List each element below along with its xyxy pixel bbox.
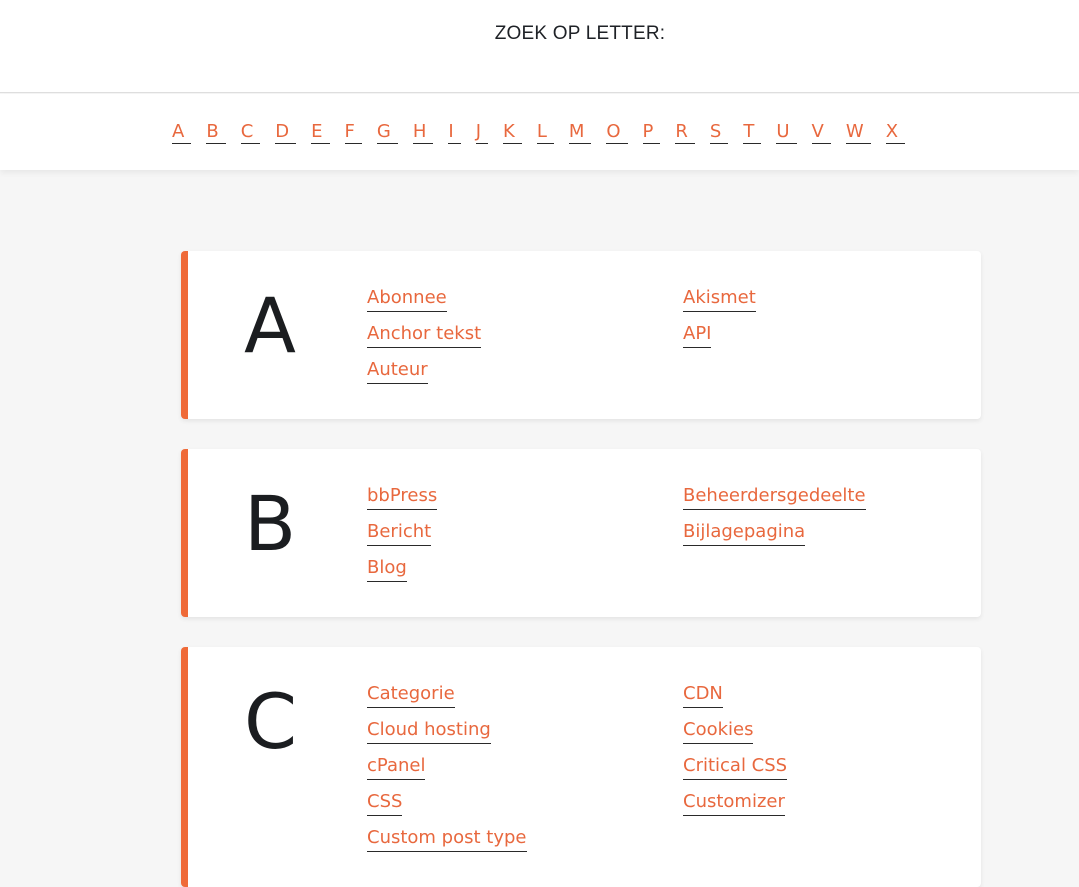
glossary-section-c: C Categorie Cloud hosting cPanel CSS Cus…: [181, 647, 981, 887]
letter-link-t[interactable]: T: [743, 121, 762, 144]
term-link[interactable]: Blog: [367, 557, 407, 582]
term-link[interactable]: Bericht: [367, 521, 432, 546]
page-header: ZOEK OP LETTER:: [0, 0, 1079, 93]
term-link[interactable]: CDN: [683, 683, 723, 708]
term-link[interactable]: API: [683, 323, 712, 348]
letter-link-p[interactable]: P: [642, 121, 661, 144]
section-letter: B: [244, 479, 297, 568]
term-link[interactable]: cPanel: [367, 755, 426, 780]
letter-link-o[interactable]: O: [606, 121, 628, 144]
term-link[interactable]: Anchor tekst: [367, 323, 482, 348]
letter-link-r[interactable]: R: [675, 121, 695, 144]
section-letter: C: [244, 677, 298, 766]
term-link[interactable]: Beheerdersgedeelte: [683, 485, 866, 510]
term-link[interactable]: Auteur: [367, 359, 428, 384]
letter-link-v[interactable]: V: [811, 121, 831, 144]
letter-link-i[interactable]: I: [448, 121, 461, 144]
term-column-left: Categorie Cloud hosting cPanel CSS Custo…: [367, 683, 527, 863]
page-title: ZOEK OP LETTER:: [494, 23, 666, 44]
letter-link-s[interactable]: S: [709, 121, 729, 144]
letter-link-e[interactable]: E: [311, 121, 330, 144]
letter-list: A B C D E F G H I J K L M O P R S T U V …: [172, 121, 920, 144]
letter-navigation: A B C D E F G H I J K L M O P R S T U V …: [0, 94, 1079, 170]
term-column-right: Beheerdersgedeelte Bijlagepagina: [683, 485, 866, 557]
term-column-right: Akismet API: [683, 287, 756, 359]
letter-link-d[interactable]: D: [275, 121, 297, 144]
letter-link-k[interactable]: K: [503, 121, 522, 144]
term-link[interactable]: Cloud hosting: [367, 719, 491, 744]
section-letter: A: [244, 281, 296, 370]
term-link[interactable]: CSS: [367, 791, 403, 816]
term-column-left: bbPress Bericht Blog: [367, 485, 438, 593]
letter-link-m[interactable]: M: [568, 121, 592, 144]
letter-link-w[interactable]: W: [845, 121, 871, 144]
letter-link-u[interactable]: U: [776, 121, 797, 144]
letter-link-g[interactable]: G: [376, 121, 398, 144]
term-link[interactable]: Bijlagepagina: [683, 521, 806, 546]
letter-link-c[interactable]: C: [240, 121, 261, 144]
glossary-section-b: B bbPress Bericht Blog Beheerdersgedeelt…: [181, 449, 981, 617]
letter-link-l[interactable]: L: [536, 121, 554, 144]
term-link[interactable]: Abonnee: [367, 287, 447, 312]
term-link[interactable]: Cookies: [683, 719, 754, 744]
term-column-left: Abonnee Anchor tekst Auteur: [367, 287, 482, 395]
letter-link-x[interactable]: X: [885, 121, 906, 144]
letter-link-h[interactable]: H: [412, 121, 434, 144]
term-link[interactable]: Categorie: [367, 683, 455, 708]
term-column-right: CDN Cookies Critical CSS Customizer: [683, 683, 788, 827]
term-link[interactable]: Customizer: [683, 791, 785, 816]
letter-link-b[interactable]: B: [206, 121, 226, 144]
term-link[interactable]: bbPress: [367, 485, 438, 510]
letter-link-j[interactable]: J: [475, 121, 488, 144]
letter-link-a[interactable]: A: [172, 121, 192, 144]
term-link[interactable]: Akismet: [683, 287, 756, 312]
term-link[interactable]: Custom post type: [367, 827, 527, 852]
letter-link-f[interactable]: F: [344, 121, 362, 144]
term-link[interactable]: Critical CSS: [683, 755, 788, 780]
glossary-section-a: A Abonnee Anchor tekst Auteur Akismet AP…: [181, 251, 981, 419]
